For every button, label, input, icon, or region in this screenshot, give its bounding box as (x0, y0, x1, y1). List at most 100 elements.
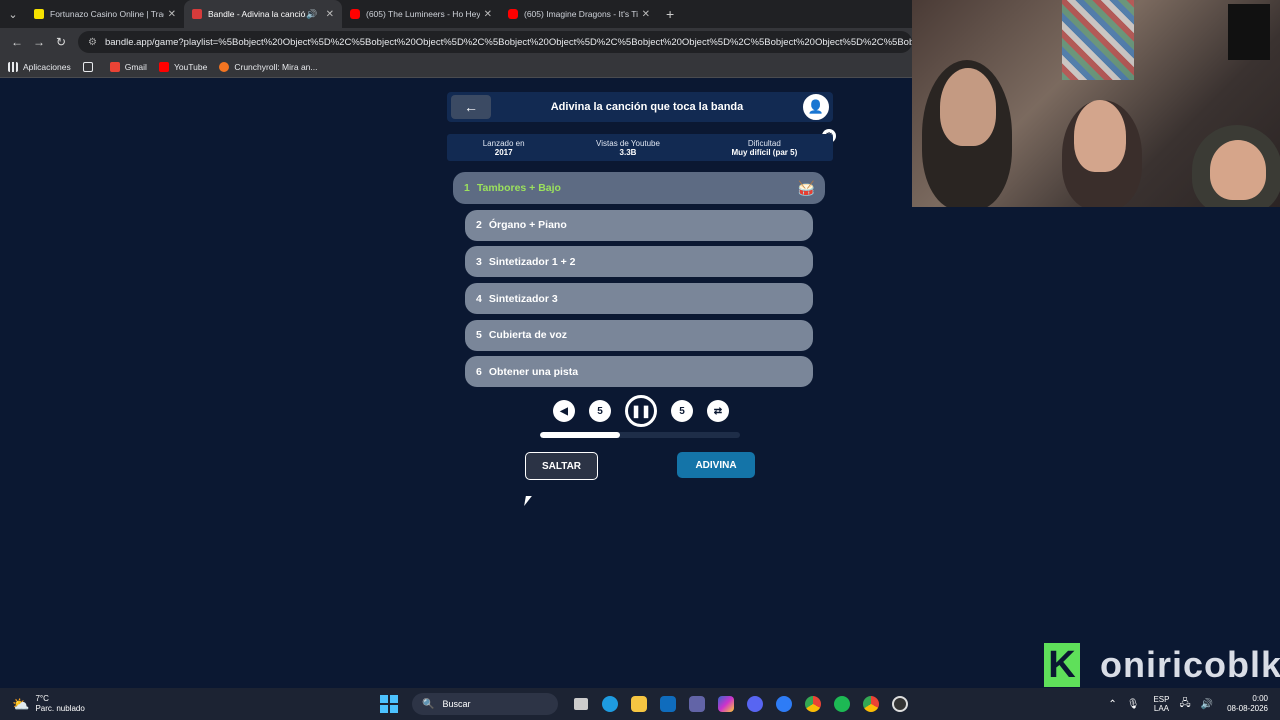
track-label: Sintetizador 1 + 2 (488, 255, 576, 268)
bookmark-tab-groups[interactable] (82, 61, 98, 72)
track-label: Cubierta de voz (488, 329, 568, 342)
fortunazo-favicon-icon (34, 9, 44, 19)
watermark-text: oniricoblk (1100, 644, 1280, 685)
cloudy-weather-icon: ⛅ (12, 695, 30, 712)
track-item-1[interactable]: 1 Tambores + Bajo 🥁 (453, 172, 825, 204)
obs-icon[interactable] (885, 692, 914, 716)
bandle-favicon-icon (192, 9, 202, 19)
taskbar-apps: 🔍 Buscar (380, 692, 914, 716)
track-item-6[interactable]: 6 Obtener una pista (465, 356, 813, 388)
info-difficulty: Dificultad Muy difícil (par 5) (731, 139, 797, 157)
windows-taskbar: ⛅ 7°C Parc. nublado 🔍 Buscar ⌃ 🎙 ESP LAA… (0, 688, 1280, 720)
drum-kit-icon: 🥁 (797, 180, 815, 196)
youtube-favicon-icon (508, 9, 518, 19)
tab-title: (605) Imagine Dragons - It's Time (524, 9, 638, 19)
song-info-bar: Lanzado en 2017 Vistas de Youtube 3.3B D… (447, 134, 833, 161)
microphone-icon[interactable]: 🎙 (1127, 699, 1140, 710)
track-label: Tambores + Bajo (476, 182, 561, 194)
pause-icon: ❚❚ (630, 404, 652, 418)
back-arrow-icon: ← (464, 99, 478, 115)
webcam-overlay (912, 0, 1280, 207)
spotify-icon[interactable] (827, 692, 856, 716)
weather-widget[interactable]: ⛅ 7°C Parc. nublado (12, 694, 162, 714)
chevron-up-icon[interactable]: ⌃ (1108, 699, 1116, 710)
speaker-icon[interactable]: 🔊 (306, 9, 317, 20)
info-views: Vistas de Youtube 3.3B (596, 139, 660, 157)
tab-bandle[interactable]: Bandle - Adivina la canción 🔊 ✕ (184, 0, 342, 28)
forward-arrow-icon[interactable]: → (28, 35, 50, 49)
track-number: 1 (464, 182, 470, 194)
playback-progress-bar[interactable] (540, 432, 740, 438)
file-explorer-icon[interactable] (624, 692, 653, 716)
network-icon[interactable]: 🖧 (1179, 696, 1190, 713)
tab-fortunazo[interactable]: Fortunazo Casino Online | Tragamonedas ✕ (26, 0, 184, 28)
info-value: 2017 (494, 147, 513, 157)
volume-icon[interactable]: ◀ (553, 400, 575, 422)
track-list: 1 Tambores + Bajo 🥁 2 Órgano + Piano 3 S… (453, 172, 825, 393)
volume-icon[interactable]: 🔊 (1201, 699, 1213, 710)
track-item-3[interactable]: 3 Sintetizador 1 + 2 (465, 246, 813, 278)
messenger-icon[interactable] (769, 692, 798, 716)
windows-start-icon[interactable] (380, 695, 398, 713)
progress-fill (540, 432, 620, 438)
new-tab-plus-icon[interactable]: + (666, 6, 674, 22)
profile-button[interactable]: 👤 (803, 94, 829, 120)
reload-icon[interactable]: ↻ (50, 35, 72, 49)
person-middle-face (1074, 100, 1126, 172)
page-title: Adivina la canción que toca la banda (550, 101, 744, 113)
tab-lumineers[interactable]: (605) The Lumineers - Ho Hey ✕ (342, 0, 500, 28)
close-tab-icon[interactable]: ✕ (326, 9, 334, 20)
info-value: Muy difícil (par 5) (731, 147, 798, 157)
track-item-4[interactable]: 4 Sintetizador 3 (465, 283, 813, 315)
edge-icon[interactable] (595, 692, 624, 716)
bookmark-aplicaciones[interactable]: Aplicaciones (8, 61, 71, 72)
clock[interactable]: 0:00 08-08-2026 (1227, 694, 1268, 714)
close-tab-icon[interactable]: ✕ (484, 9, 492, 20)
pause-button[interactable]: ❚❚ (625, 395, 657, 427)
clock-time: 0:00 (1252, 694, 1268, 703)
back-arrow-icon[interactable]: ← (6, 35, 28, 49)
close-tab-icon[interactable]: ✕ (642, 9, 650, 20)
rewind-5-label: 5 (597, 405, 603, 417)
close-tab-icon[interactable]: ✕ (168, 9, 176, 20)
info-value: 3.3B (619, 147, 637, 157)
discord-icon[interactable] (740, 692, 769, 716)
loop-off-icon[interactable]: ⇄ (707, 400, 729, 422)
tab-imagine-dragons[interactable]: (605) Imagine Dragons - It's Time ✕ (500, 0, 658, 28)
weather-desc: Parc. nublado (35, 704, 85, 713)
clock-date: 08-08-2026 (1227, 704, 1268, 713)
bookmark-gmail[interactable]: Gmail (109, 61, 147, 72)
taskbar-search-input[interactable]: 🔍 Buscar (412, 693, 558, 715)
language-indicator[interactable]: ESP LAA (1153, 695, 1169, 713)
guess-button[interactable]: ADIVINA (677, 452, 755, 478)
info-label: Dificultad (747, 138, 781, 148)
weather-temp: 7°C (35, 694, 49, 703)
bookmark-youtube[interactable]: YouTube (158, 61, 208, 72)
tab-title: Fortunazo Casino Online | Tragamonedas (50, 9, 164, 19)
bookmark-label: YouTube (173, 61, 208, 72)
outlook-icon[interactable] (653, 692, 682, 716)
tab-title: Bandle - Adivina la canción (208, 9, 307, 19)
info-released: Lanzado en 2017 (483, 139, 525, 157)
track-item-2[interactable]: 2 Órgano + Piano (465, 209, 813, 241)
chrome-icon[interactable] (798, 692, 827, 716)
back-button[interactable]: ← (451, 95, 491, 119)
teams-icon[interactable] (682, 692, 711, 716)
rewind-5-icon[interactable]: 5 (589, 400, 611, 422)
track-item-5[interactable]: 5 Cubierta de voz (465, 319, 813, 351)
skip-button[interactable]: SALTAR (525, 452, 598, 480)
track-number: 5 (476, 329, 482, 342)
bookmark-crunchyroll[interactable]: Crunchyroll: Mira an... (219, 61, 317, 72)
playback-controls: ◀ 5 ❚❚ 5 ⇄ (553, 395, 729, 427)
tab-search-chevron-icon[interactable]: ⌄ (0, 0, 26, 28)
bookmarks-bar: Aplicaciones Gmail YouTube Crunchyroll: … (0, 56, 912, 78)
forward-5-label: 5 (679, 405, 685, 417)
task-view-icon[interactable] (566, 692, 595, 716)
site-info-icon[interactable]: ⚙ (88, 37, 97, 48)
background-screen (1228, 4, 1270, 60)
forward-5-icon[interactable]: 5 (671, 400, 693, 422)
copilot-icon[interactable] (711, 692, 740, 716)
chrome-active-icon[interactable] (856, 692, 885, 716)
apps-grid-icon (8, 61, 18, 72)
url-input[interactable]: ⚙ bandle.app/game?playlist=%5Bobject%20O… (78, 31, 912, 53)
